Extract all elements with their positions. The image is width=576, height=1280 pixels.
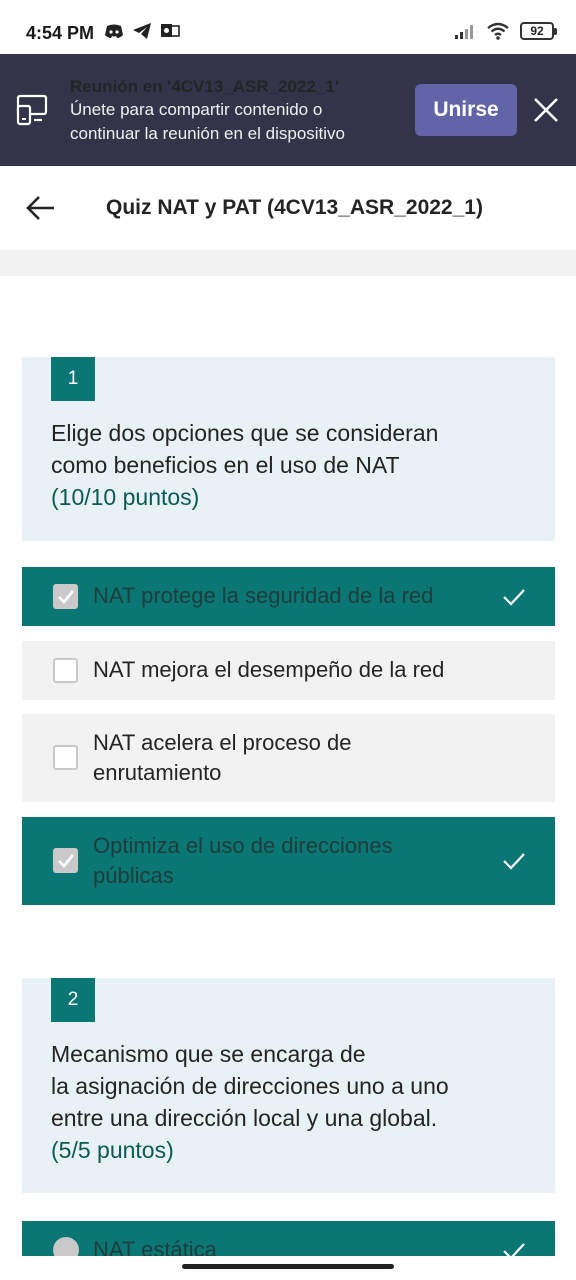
- device-share-icon: [16, 94, 48, 126]
- question-text-line: como beneficios en el uso de NAT: [51, 452, 400, 478]
- option-label: NAT acelera el proceso de enrutamiento: [93, 728, 493, 788]
- question-text: Elige dos opciones que se consideran com…: [51, 417, 541, 513]
- checkbox-unchecked[interactable]: [53, 658, 78, 683]
- status-time: 4:54 PM: [26, 23, 95, 43]
- back-arrow-icon[interactable]: [24, 192, 58, 224]
- option-1-2[interactable]: NAT mejora el desempeño de la red: [22, 641, 555, 700]
- battery-level: 92: [530, 24, 544, 38]
- correct-tick-icon: [503, 853, 525, 870]
- checkbox-checked[interactable]: [53, 848, 78, 873]
- question-points: (10/10 puntos): [51, 484, 200, 510]
- banner-title: Reunión en '4CV13_ASR_2022_1': [70, 77, 339, 96]
- option-label-line: NAT acelera el proceso de: [93, 730, 352, 755]
- banner-text: Reunión en '4CV13_ASR_2022_1' Únete para…: [70, 76, 400, 146]
- question-text-line: Elige dos opciones que se consideran: [51, 420, 439, 446]
- outlook-icon: [161, 24, 180, 37]
- check-icon: [58, 854, 75, 868]
- option-1-4[interactable]: Optimiza el uso de direcciones públicas: [22, 817, 555, 905]
- check-icon: [58, 590, 75, 604]
- banner-subtitle-line2: continuar la reunión en el dispositivo: [70, 124, 346, 143]
- checkbox-checked[interactable]: [53, 584, 78, 609]
- banner-subtitle-line1: Únete para compartir contenido o: [70, 100, 323, 119]
- wifi-icon: [487, 22, 509, 40]
- option-label-line: públicas: [93, 863, 174, 888]
- question-text-line: entre una dirección local y una global.: [51, 1105, 438, 1131]
- question-number: 2: [51, 978, 95, 1022]
- option-label: Optimiza el uso de direcciones públicas: [93, 831, 493, 891]
- close-icon[interactable]: [530, 94, 562, 126]
- question-card-2: 2 Mecanismo que se encarga de la asignac…: [22, 978, 555, 1193]
- checkbox-unchecked[interactable]: [53, 745, 78, 770]
- option-label-line: enrutamiento: [93, 760, 222, 785]
- discord-icon: [105, 24, 123, 38]
- question-text-line: Mecanismo que se encarga de: [51, 1041, 366, 1067]
- question-text-line: la asignación de direcciones uno a uno: [51, 1073, 449, 1099]
- correct-tick-icon: [503, 589, 525, 606]
- gesture-nav-handle[interactable]: [182, 1264, 394, 1269]
- join-button[interactable]: Unirse: [415, 84, 517, 136]
- option-1-1[interactable]: NAT protege la seguridad de la red: [22, 567, 555, 626]
- system-icons: 92: [454, 22, 557, 40]
- question-text: Mecanismo que se encarga de la asignació…: [51, 1038, 541, 1166]
- signal-icon: [455, 25, 473, 39]
- notification-icons: [104, 22, 180, 40]
- header-divider: [0, 250, 576, 276]
- question-number: 1: [51, 357, 95, 401]
- question-points: (5/5 puntos): [51, 1137, 174, 1163]
- option-label-line: Optimiza el uso de direcciones: [93, 833, 393, 858]
- battery-icon: 92: [520, 22, 557, 40]
- question-card-1: 1 Elige dos opciones que se consideran c…: [22, 357, 555, 541]
- status-bar: 4:54 PM 92: [0, 0, 576, 54]
- telegram-icon: [133, 23, 151, 39]
- app-header: Quiz NAT y PAT (4CV13_ASR_2022_1): [0, 166, 576, 250]
- option-label: NAT protege la seguridad de la red: [93, 583, 434, 608]
- option-1-3[interactable]: NAT acelera el proceso de enrutamiento: [22, 714, 555, 802]
- option-label: NAT mejora el desempeño de la red: [93, 657, 445, 682]
- page-title: Quiz NAT y PAT (4CV13_ASR_2022_1): [106, 196, 483, 219]
